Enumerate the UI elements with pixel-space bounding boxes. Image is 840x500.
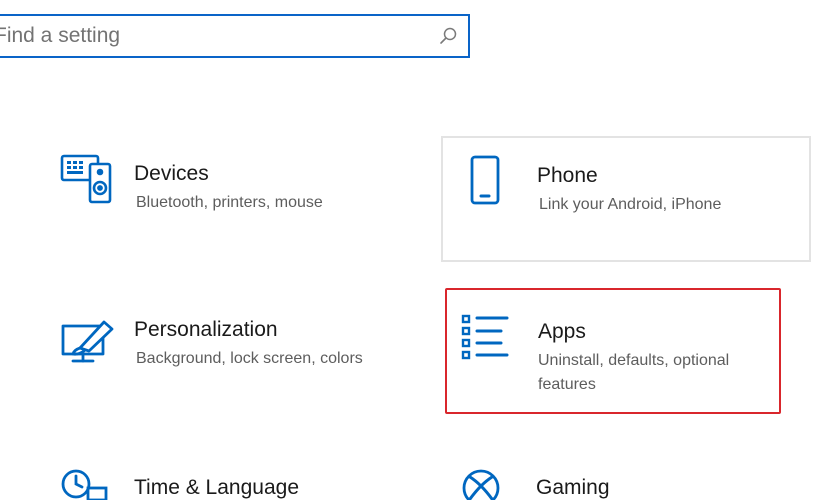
xbox-icon (462, 469, 500, 500)
tile-title: Gaming (536, 476, 610, 499)
time-language-icon (61, 469, 108, 500)
tile-description: Bluetooth, printers, mouse (136, 194, 323, 211)
phone-icon (470, 155, 500, 205)
tile-title: Apps (538, 320, 586, 343)
tile-time-language[interactable]: Time & Language (50, 452, 430, 500)
personalization-icon (61, 320, 114, 363)
tile-title: Time & Language (134, 476, 299, 499)
search-icon[interactable] (438, 26, 458, 46)
apps-icon (461, 314, 509, 360)
tile-apps[interactable]: Apps Uninstall, defaults, optional featu… (445, 288, 781, 414)
devices-icon (60, 154, 112, 204)
tile-description: Uninstall, defaults, optional features (538, 352, 730, 393)
tile-description: Background, lock screen, colors (136, 350, 363, 367)
search-input[interactable] (0, 16, 430, 56)
tile-phone[interactable]: Phone Link your Android, iPhone (441, 136, 811, 262)
tile-devices[interactable]: Devices Bluetooth, printers, mouse (50, 140, 430, 260)
tile-gaming[interactable]: Gaming (445, 452, 781, 500)
tile-personalization[interactable]: Personalization Background, lock screen,… (50, 296, 430, 416)
tile-title: Devices (134, 162, 209, 185)
search-box[interactable] (0, 14, 470, 58)
tile-description: Link your Android, iPhone (539, 196, 722, 213)
tile-title: Personalization (134, 318, 278, 341)
tile-title: Phone (537, 164, 598, 187)
